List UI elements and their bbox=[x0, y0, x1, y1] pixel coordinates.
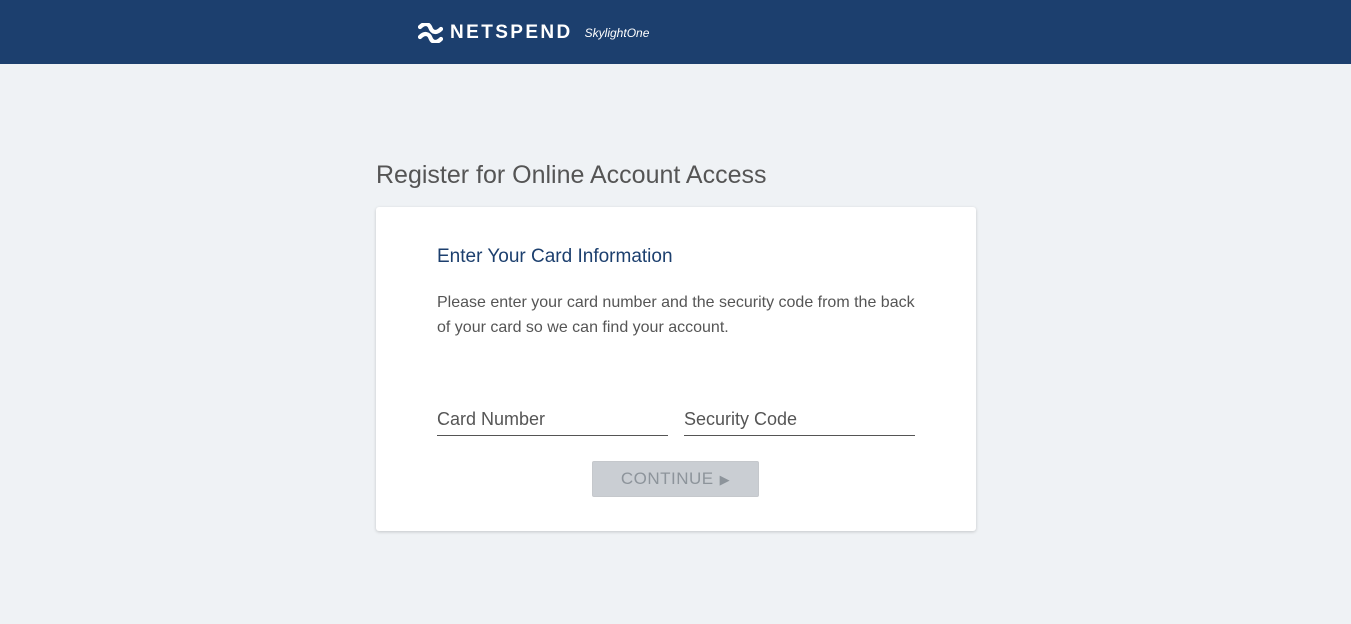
netspend-logo-icon bbox=[418, 23, 443, 43]
continue-button-label: CONTINUE bbox=[620, 469, 714, 488]
registration-card: Enter Your Card Information Please enter… bbox=[376, 207, 976, 531]
brand-name: NETSPEND bbox=[450, 22, 573, 43]
card-description: Please enter your card number and the se… bbox=[437, 294, 915, 336]
top-navigation-bar: NETSPEND SkylightOne bbox=[0, 0, 1351, 64]
brand-sub-name: SkylightOne bbox=[584, 26, 650, 40]
card-number-input[interactable] bbox=[437, 403, 668, 436]
brand-logo-link[interactable]: NETSPEND SkylightOne bbox=[418, 22, 649, 44]
card-heading: Enter Your Card Information bbox=[437, 246, 673, 267]
continue-button[interactable]: CONTINUE ▶ bbox=[592, 461, 759, 497]
page-title: Register for Online Account Access bbox=[376, 161, 767, 189]
play-arrow-icon: ▶ bbox=[719, 471, 731, 487]
security-code-input[interactable] bbox=[684, 403, 915, 436]
